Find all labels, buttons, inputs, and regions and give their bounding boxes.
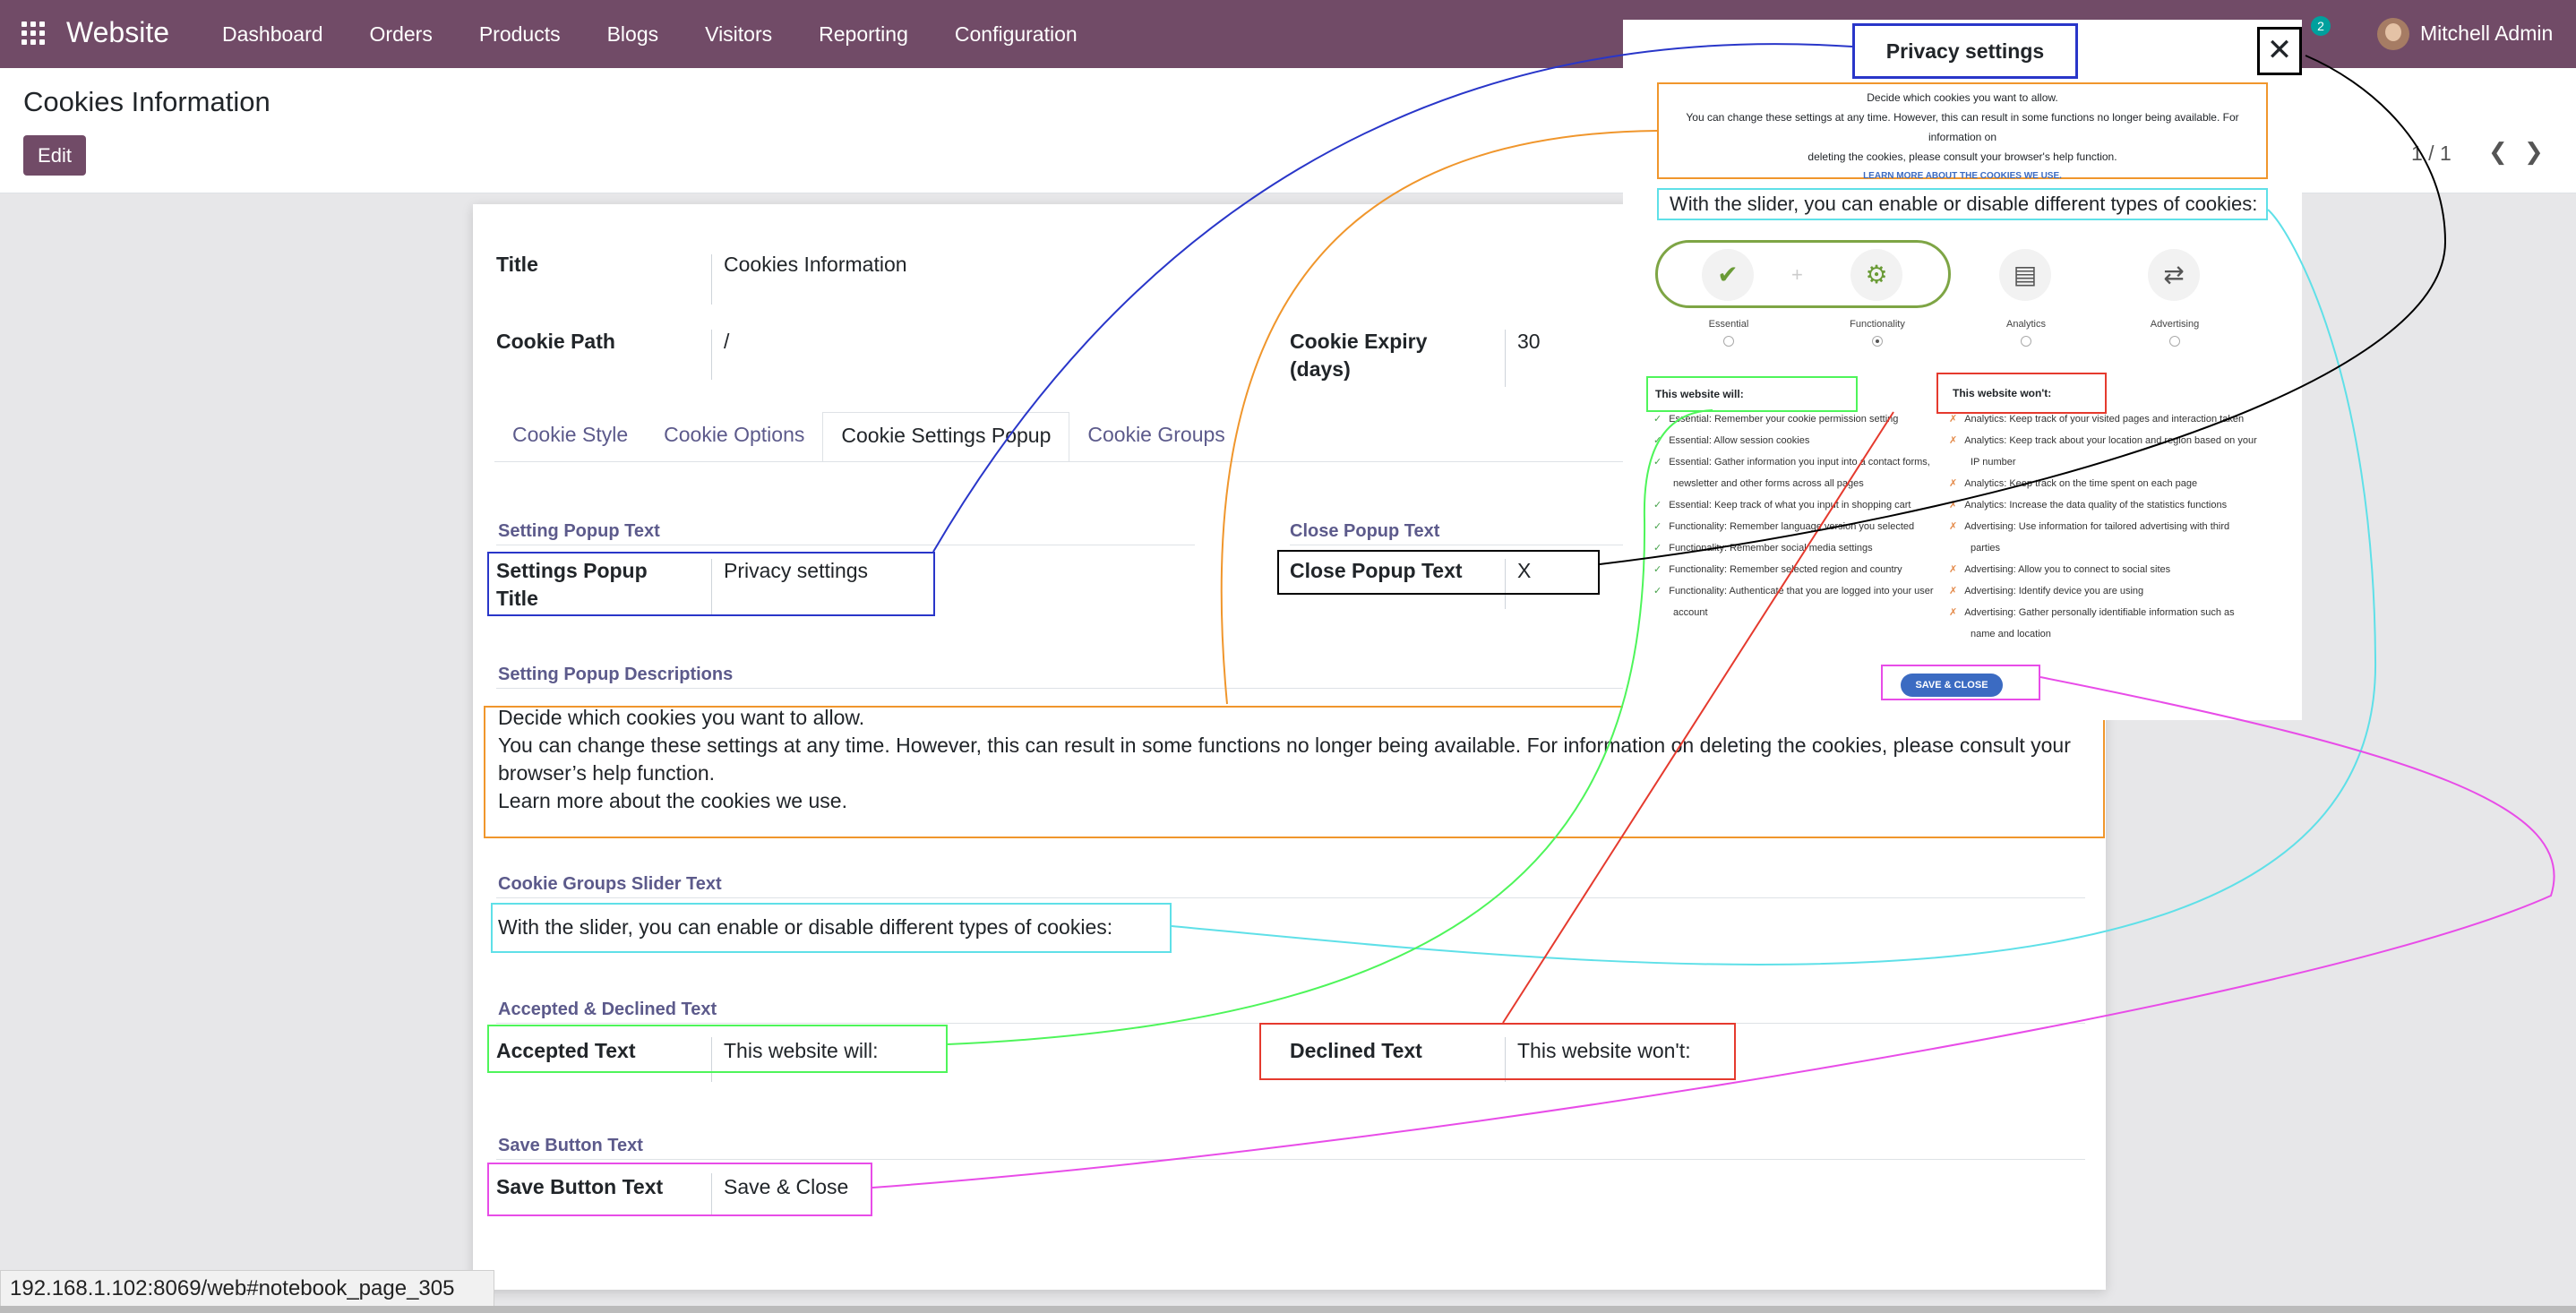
connector-red — [1502, 411, 1894, 1024]
connector-green — [947, 409, 1713, 1045]
status-url: 192.168.1.102:8069/web#notebook_page_305 — [0, 1270, 494, 1308]
connector-black — [1599, 55, 2447, 565]
connector-orange — [1220, 130, 1658, 705]
window-bottom-edge — [0, 1306, 2576, 1313]
connector-blue — [932, 43, 1853, 553]
annotation-connectors — [872, 43, 2555, 1189]
connector-cyan — [1171, 209, 2377, 965]
connector-magenta — [872, 676, 2555, 1189]
